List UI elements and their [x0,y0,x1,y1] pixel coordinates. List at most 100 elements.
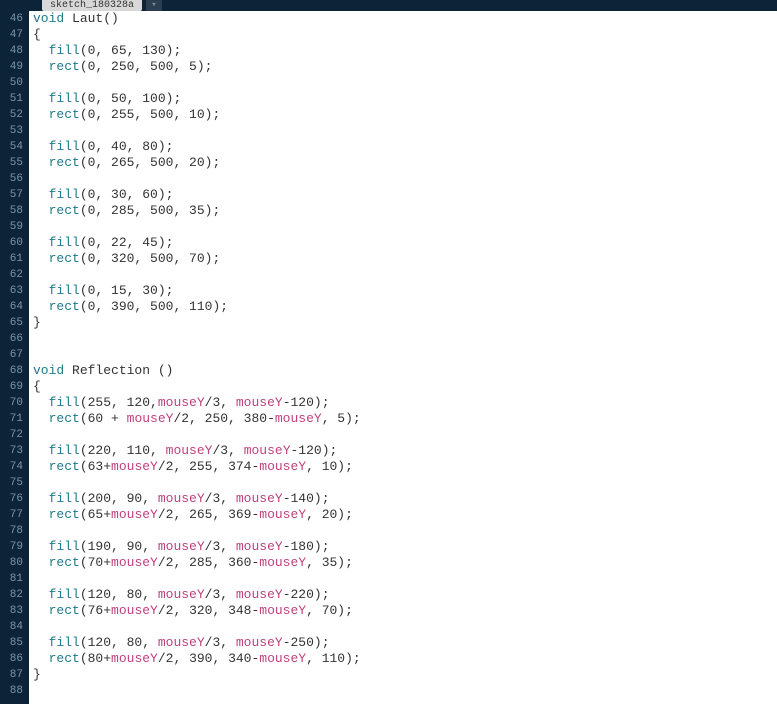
line-number: 64 [0,299,23,315]
function-call: fill [49,443,80,458]
line-number: 48 [0,43,23,59]
line-number: 79 [0,539,23,555]
line-number: 47 [0,27,23,43]
type-keyword: void [33,11,64,26]
line-number: 76 [0,491,23,507]
builtin-variable: mouseY [259,555,306,570]
line-number: 66 [0,331,23,347]
code-line[interactable] [33,123,777,139]
code-line[interactable] [33,619,777,635]
builtin-variable: mouseY [244,443,291,458]
file-tab[interactable]: sketch_180328a [42,0,142,11]
code-line[interactable] [33,219,777,235]
code-line[interactable]: fill(200, 90, mouseY/3, mouseY-140); [33,491,777,507]
line-number: 72 [0,427,23,443]
code-line[interactable]: rect(0, 390, 500, 110); [33,299,777,315]
code-line[interactable] [33,571,777,587]
line-number: 84 [0,619,23,635]
code-line[interactable]: fill(190, 90, mouseY/3, mouseY-180); [33,539,777,555]
function-call: rect [49,651,80,666]
builtin-variable: mouseY [158,539,205,554]
line-number: 65 [0,315,23,331]
line-number: 52 [0,107,23,123]
code-line[interactable]: void Reflection () [33,363,777,379]
code-line[interactable]: rect(76+mouseY/2, 320, 348-mouseY, 70); [33,603,777,619]
function-call: rect [49,411,80,426]
type-keyword: void [33,363,64,378]
code-line[interactable]: fill(0, 30, 60); [33,187,777,203]
code-line[interactable]: fill(120, 80, mouseY/3, mouseY-250); [33,635,777,651]
code-area[interactable]: void Laut(){ fill(0, 65, 130); rect(0, 2… [29,11,777,704]
code-line[interactable]: rect(0, 320, 500, 70); [33,251,777,267]
code-line[interactable]: } [33,667,777,683]
code-line[interactable] [33,347,777,363]
function-call: rect [49,203,80,218]
code-line[interactable]: fill(120, 80, mouseY/3, mouseY-220); [33,587,777,603]
line-number: 49 [0,59,23,75]
line-number: 46 [0,11,23,27]
code-line[interactable] [33,267,777,283]
code-line[interactable]: fill(0, 15, 30); [33,283,777,299]
new-tab-button[interactable]: ▾ [146,0,162,11]
code-line[interactable] [33,683,777,699]
builtin-variable: mouseY [111,603,158,618]
line-number: 87 [0,667,23,683]
code-line[interactable]: void Laut() [33,11,777,27]
code-line[interactable] [33,331,777,347]
code-line[interactable]: rect(80+mouseY/2, 390, 340-mouseY, 110); [33,651,777,667]
code-line[interactable]: { [33,27,777,43]
function-call: rect [49,251,80,266]
function-call: rect [49,155,80,170]
code-line[interactable] [33,523,777,539]
builtin-variable: mouseY [166,443,213,458]
builtin-variable: mouseY [111,555,158,570]
line-number: 51 [0,91,23,107]
code-line[interactable]: rect(63+mouseY/2, 255, 374-mouseY, 10); [33,459,777,475]
function-call: fill [49,395,80,410]
code-line[interactable]: rect(65+mouseY/2, 265, 369-mouseY, 20); [33,507,777,523]
code-line[interactable]: rect(70+mouseY/2, 285, 360-mouseY, 35); [33,555,777,571]
code-line[interactable]: fill(255, 120,mouseY/3, mouseY-120); [33,395,777,411]
code-line[interactable] [33,427,777,443]
function-call: fill [49,187,80,202]
code-line[interactable]: rect(0, 285, 500, 35); [33,203,777,219]
code-line[interactable]: rect(0, 250, 500, 5); [33,59,777,75]
builtin-variable: mouseY [259,651,306,666]
code-line[interactable]: fill(0, 65, 130); [33,43,777,59]
function-call: rect [49,459,80,474]
line-number: 71 [0,411,23,427]
code-line[interactable] [33,171,777,187]
line-number: 75 [0,475,23,491]
code-line[interactable]: } [33,315,777,331]
builtin-variable: mouseY [158,587,205,602]
line-number: 62 [0,267,23,283]
code-line[interactable]: fill(220, 110, mouseY/3, mouseY-120); [33,443,777,459]
function-call: rect [49,603,80,618]
function-call: fill [49,283,80,298]
code-line[interactable]: rect(60 + mouseY/2, 250, 380-mouseY, 5); [33,411,777,427]
function-call: rect [49,59,80,74]
function-call: rect [49,299,80,314]
editor: 4647484950515253545556575859606162636465… [0,11,777,704]
code-line[interactable] [33,75,777,91]
code-line[interactable]: rect(0, 265, 500, 20); [33,155,777,171]
line-number: 53 [0,123,23,139]
code-line[interactable]: rect(0, 255, 500, 10); [33,107,777,123]
function-call: rect [49,507,80,522]
line-number: 78 [0,523,23,539]
function-call: fill [49,491,80,506]
code-line[interactable]: { [33,379,777,395]
function-call: fill [49,635,80,650]
code-line[interactable]: fill(0, 40, 80); [33,139,777,155]
line-number: 83 [0,603,23,619]
code-line[interactable] [33,475,777,491]
builtin-variable: mouseY [158,635,205,650]
code-line[interactable]: fill(0, 50, 100); [33,91,777,107]
line-number: 60 [0,235,23,251]
builtin-variable: mouseY [236,635,283,650]
builtin-variable: mouseY [236,587,283,602]
line-number: 81 [0,571,23,587]
code-line[interactable]: fill(0, 22, 45); [33,235,777,251]
line-number: 80 [0,555,23,571]
builtin-variable: mouseY [111,651,158,666]
